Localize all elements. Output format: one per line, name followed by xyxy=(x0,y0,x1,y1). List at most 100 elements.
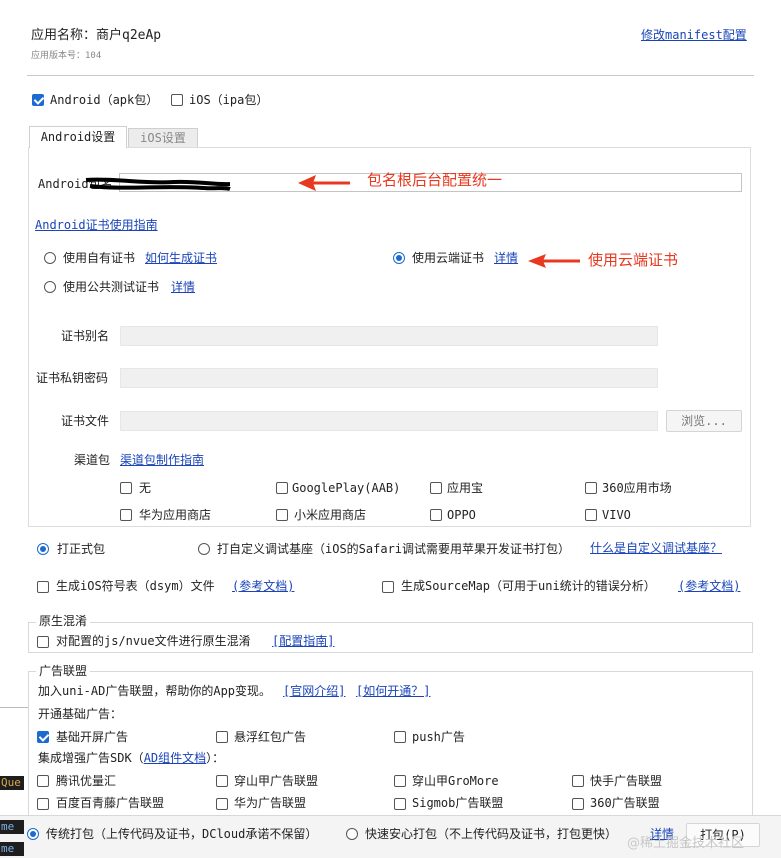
sourcemap-label: 生成SourceMap（可用于uni统计的错误分析） xyxy=(401,579,656,593)
obfuscation-checkbox[interactable] xyxy=(37,636,49,648)
dsym-doc-link[interactable]: (参考文档) xyxy=(232,578,294,594)
ad-sdk-label: Sigmob广告联盟 xyxy=(412,796,504,810)
annotation-arrow-cloud xyxy=(528,254,580,268)
app-version-label: 应用版本号：104 xyxy=(31,51,102,61)
ads-official-link[interactable]: [官网介绍] xyxy=(283,683,345,699)
ad-splash-label: 基础开屏广告 xyxy=(56,730,129,744)
own-cert-link[interactable]: 如何生成证书 xyxy=(145,250,217,266)
ad-sdk-label: 360广告联盟 xyxy=(590,796,660,810)
public-cert-label: 使用公共测试证书 xyxy=(63,280,160,294)
channel-label: 渠道包 xyxy=(74,453,111,467)
fast-pack-label: 快速安心打包（不上传代码及证书，打包更快） xyxy=(365,827,618,841)
package-dialog: 应用名称：商户q2eAp 应用版本号：104 修改manifest配置 Andr… xyxy=(0,0,781,858)
ad-component-doc-link[interactable]: AD组件文档 xyxy=(144,751,206,765)
ad-push-label: push广告 xyxy=(412,730,465,744)
ad-sdk-checkbox[interactable] xyxy=(572,798,584,810)
channel-checkbox[interactable] xyxy=(585,509,597,521)
annotation-package-note: 包名根后台配置统一 xyxy=(367,171,503,189)
channel-label-item: GooglePlay(AAB) xyxy=(292,481,401,495)
ad-push-checkbox[interactable] xyxy=(394,731,406,743)
formal-build-label: 打正式包 xyxy=(57,542,106,556)
background-editor-fragment: Que xyxy=(0,776,24,790)
ad-sdk-checkbox[interactable] xyxy=(37,775,49,787)
channel-label-item: 360应用市场 xyxy=(602,481,672,495)
ads-title: 广告联盟 xyxy=(36,663,91,679)
channel-label-item: 小米应用商店 xyxy=(294,508,367,522)
dsym-checkbox[interactable] xyxy=(37,581,49,593)
android-checkbox[interactable] xyxy=(32,94,44,106)
ad-sdk-label: 腾讯优量汇 xyxy=(56,774,117,788)
own-cert-label: 使用自有证书 xyxy=(63,251,136,265)
annotation-cloud-note: 使用云端证书 xyxy=(588,251,679,269)
cert-alias-label: 证书别名 xyxy=(61,329,110,343)
ad-sdk-checkbox[interactable] xyxy=(394,775,406,787)
cert-guide-link[interactable]: Android证书使用指南 xyxy=(35,217,158,233)
ads-how-link[interactable]: [如何开通？] xyxy=(356,683,430,699)
android-label: Android（apk包） xyxy=(50,93,159,107)
sourcemap-doc-link[interactable]: (参考文档) xyxy=(678,578,740,594)
ad-sdk-label: 百度百青藤广告联盟 xyxy=(56,796,165,810)
redaction-scribble xyxy=(85,177,231,191)
cert-password-input[interactable] xyxy=(120,368,658,388)
modify-manifest-link[interactable]: 修改manifest配置 xyxy=(641,27,747,43)
ad-sdk-label: 穿山甲广告联盟 xyxy=(234,774,319,788)
cert-alias-input[interactable] xyxy=(120,326,658,346)
ad-sdk-checkbox[interactable] xyxy=(572,775,584,787)
ad-redpacket-checkbox[interactable] xyxy=(216,731,228,743)
ad-sdk-checkbox[interactable] xyxy=(216,798,228,810)
annotation-arrow-package xyxy=(298,175,350,191)
cloud-cert-radio[interactable] xyxy=(393,252,405,264)
ads-sdk-title-suffix: ）： xyxy=(206,751,225,765)
channel-checkbox[interactable] xyxy=(430,482,442,494)
cert-file-input[interactable] xyxy=(120,411,658,431)
ad-sdk-label: 华为广告联盟 xyxy=(234,796,307,810)
cloud-cert-label: 使用云端证书 xyxy=(412,251,485,265)
custom-base-link[interactable]: 什么是自定义调试基座？ xyxy=(590,540,722,556)
custom-base-label: 打自定义调试基座（iOS的Safari调试需要用苹果开发证书打包） xyxy=(217,542,571,556)
channel-checkbox[interactable] xyxy=(276,482,288,494)
tab-ios-settings[interactable]: iOS设置 xyxy=(128,128,198,148)
obfuscation-guide-link[interactable]: [配置指南] xyxy=(272,633,334,649)
public-cert-radio[interactable] xyxy=(44,281,56,293)
custom-base-radio[interactable] xyxy=(198,543,210,555)
own-cert-radio[interactable] xyxy=(44,252,56,264)
ad-splash-checkbox[interactable] xyxy=(37,731,49,743)
ads-sdk-title-prefix: 集成增强广告SDK（ xyxy=(38,751,144,765)
channel-checkbox[interactable] xyxy=(120,482,132,494)
obfuscation-title: 原生混淆 xyxy=(36,613,91,629)
public-cert-link[interactable]: 详情 xyxy=(171,279,195,295)
traditional-pack-radio[interactable] xyxy=(27,828,39,840)
sourcemap-checkbox[interactable] xyxy=(382,581,394,593)
ios-label: iOS（ipa包） xyxy=(189,93,269,107)
ad-sdk-checkbox[interactable] xyxy=(37,798,49,810)
app-name-label: 应用名称：商户q2eAp xyxy=(31,28,162,43)
channel-checkbox[interactable] xyxy=(120,509,132,521)
ads-sdk-title: 集成增强广告SDK（AD组件文档）： xyxy=(38,750,224,766)
ad-sdk-checkbox[interactable] xyxy=(394,798,406,810)
channel-label-item: 无 xyxy=(139,481,152,495)
channel-checkbox[interactable] xyxy=(276,509,288,521)
cert-file-label: 证书文件 xyxy=(61,414,110,428)
fast-pack-radio[interactable] xyxy=(346,828,358,840)
header-divider xyxy=(27,75,754,76)
tab-android-settings[interactable]: Android设置 xyxy=(29,126,127,148)
channel-label-item: 华为应用商店 xyxy=(139,508,212,522)
ad-sdk-label: 穿山甲GroMore xyxy=(412,774,499,788)
channel-label-item: 应用宝 xyxy=(447,481,484,495)
dsym-label: 生成iOS符号表（dsym）文件 xyxy=(56,579,215,593)
ads-intro: 加入uni-AD广告联盟，帮助你的App变现。 xyxy=(38,684,272,698)
channel-checkbox[interactable] xyxy=(585,482,597,494)
channel-guide-link[interactable]: 渠道包制作指南 xyxy=(120,452,204,468)
channel-label-item: VIVO xyxy=(602,508,631,522)
channel-label-item: OPPO xyxy=(447,508,476,522)
background-editor-fragment: me xyxy=(0,820,24,834)
browse-button[interactable]: 浏览... xyxy=(666,410,742,432)
ios-checkbox[interactable] xyxy=(171,94,183,106)
channel-checkbox[interactable] xyxy=(430,509,442,521)
ad-sdk-label: 快手广告联盟 xyxy=(590,774,663,788)
ad-sdk-checkbox[interactable] xyxy=(216,775,228,787)
traditional-pack-label: 传统打包（上传代码及证书，DCloud承诺不保留） xyxy=(46,827,318,841)
cloud-cert-link[interactable]: 详情 xyxy=(494,250,518,266)
formal-build-radio[interactable] xyxy=(37,543,49,555)
watermark: @稀土掘金技术社区 xyxy=(627,836,745,851)
